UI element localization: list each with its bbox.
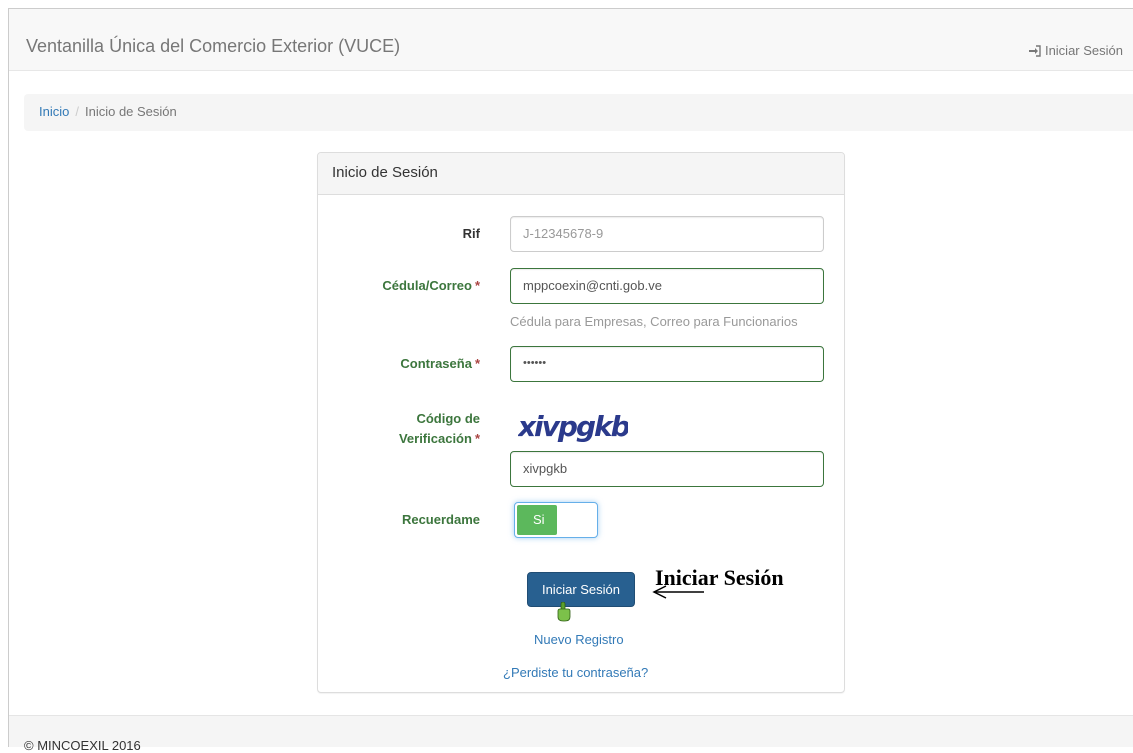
panel-title: Inicio de Sesión: [318, 153, 844, 195]
captcha-label: Código de Verificación *: [310, 409, 480, 449]
sign-in-icon: [1028, 44, 1041, 57]
navbar-login-label: Iniciar Sesión: [1044, 43, 1123, 58]
captcha-image: xivpgkb: [516, 404, 632, 449]
login-button[interactable]: Iniciar Sesión: [527, 572, 635, 607]
captcha-input[interactable]: xivpgkb: [510, 451, 824, 487]
left-arrow-icon: [652, 585, 706, 606]
remember-toggle[interactable]: Si: [514, 502, 598, 538]
cedula-help-text: Cédula para Empresas, Correo para Funcio…: [510, 314, 798, 329]
remember-toggle-on: Si: [517, 505, 557, 535]
remember-label-text: Recuerdame: [401, 512, 480, 527]
remember-label: Recuerdame: [310, 512, 480, 527]
breadcrumb: Inicio / Inicio de Sesión: [24, 94, 1133, 131]
rif-label-text: Rif: [462, 226, 480, 241]
footer: © MINCOEXIL 2016: [9, 715, 1133, 753]
navbar-brand[interactable]: Ventanilla Única del Comercio Exterior (…: [26, 36, 400, 57]
breadcrumb-current: Inicio de Sesión: [84, 104, 177, 119]
rif-input[interactable]: J-12345678-9: [510, 216, 824, 252]
cedula-input[interactable]: mppcoexin@cnti.gob.ve: [510, 268, 824, 304]
rif-label: Rif: [310, 226, 480, 241]
captcha-label-line1: Código de: [416, 411, 480, 426]
password-label-text: Contraseña: [400, 356, 472, 371]
register-link[interactable]: Nuevo Registro: [534, 632, 624, 647]
captcha-image-text: xivpgkb: [518, 410, 628, 443]
hand-pointer-icon: [556, 601, 572, 627]
required-marker: *: [474, 431, 480, 446]
breadcrumb-separator: /: [75, 104, 79, 119]
cedula-label: Cédula/Correo *: [310, 278, 480, 293]
window-left-border: [8, 8, 9, 747]
password-input[interactable]: ••••••: [510, 346, 824, 382]
captcha-label-line2: Verificación: [398, 431, 472, 446]
required-marker: *: [474, 278, 480, 293]
forgot-password-link[interactable]: ¿Perdiste tu contraseña?: [503, 665, 648, 680]
password-label: Contraseña *: [310, 356, 480, 371]
breadcrumb-home[interactable]: Inicio: [39, 104, 69, 119]
navbar-login-link[interactable]: Iniciar Sesión: [1028, 43, 1123, 58]
footer-text: © MINCOEXIL 2016: [24, 738, 141, 753]
required-marker: *: [474, 356, 480, 371]
cedula-label-text: Cédula/Correo: [382, 278, 472, 293]
navbar: Ventanilla Única del Comercio Exterior (…: [9, 9, 1133, 71]
